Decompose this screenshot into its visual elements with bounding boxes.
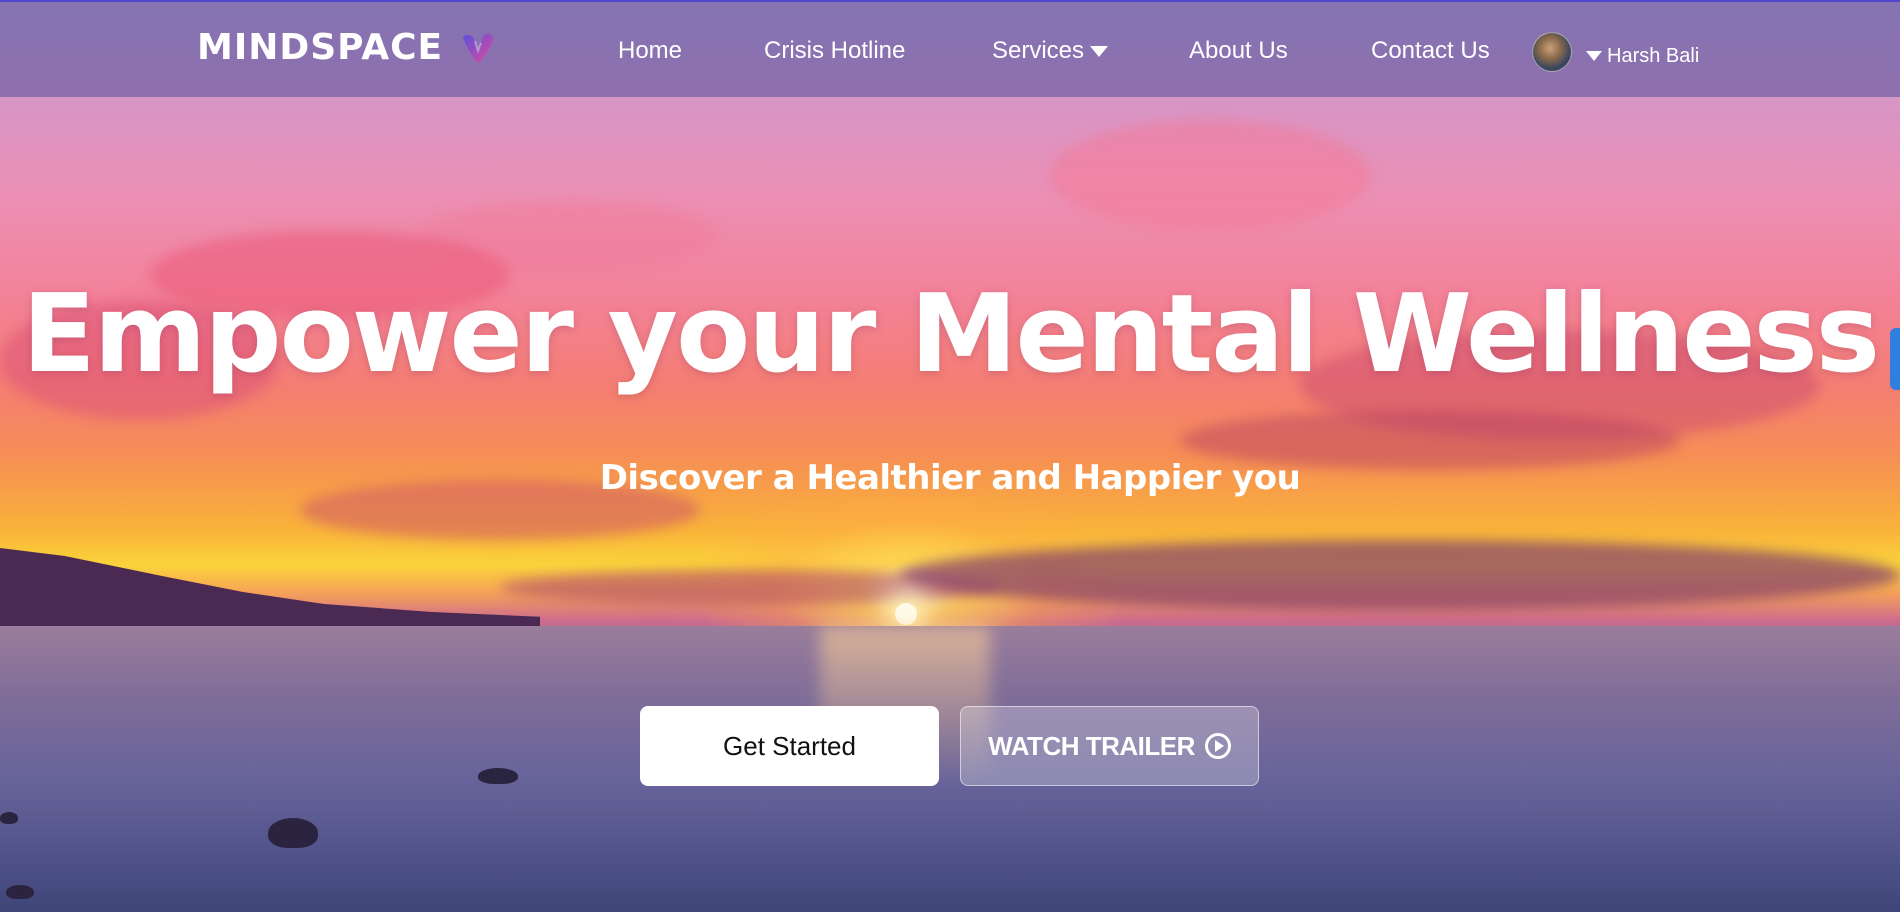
coastline [0,548,540,628]
side-scroll-tab[interactable] [1890,328,1900,390]
play-circle-icon [1204,733,1231,759]
nav-about-us[interactable]: About Us [1189,37,1288,65]
heart-v-logo-icon [463,33,494,63]
nav-services[interactable]: Services [992,37,1109,65]
cloud [1050,120,1370,230]
watch-trailer-label: WATCH TRAILER [988,730,1195,761]
hero-subheadline: Discover a Healthier and Happier you [599,458,1301,498]
rock [268,818,318,848]
cloud [900,540,1900,610]
nav-services-label: Services [992,37,1085,64]
rock [0,812,18,824]
user-name: Harsh Bali [1607,44,1700,67]
brand[interactable]: MINDSPACE [197,27,495,68]
caret-down-icon [1090,45,1109,57]
watch-trailer-button[interactable]: WATCH TRAILER [960,706,1259,786]
nav-crisis-hotline[interactable]: Crisis Hotline [764,37,905,65]
brand-name[interactable]: MINDSPACE [197,27,443,68]
sun [895,603,917,625]
get-started-button[interactable]: Get Started [640,706,939,786]
nav-home[interactable]: Home [618,37,682,65]
user-dropdown-toggle[interactable]: Harsh Bali [1586,45,1699,68]
hero-headline: Empower your Mental Wellness [21,272,1880,397]
user-avatar[interactable] [1532,32,1572,72]
rock [6,885,34,899]
hero-section: MINDSPACE Home Crisis Hotline Services A… [0,0,1900,912]
user-menu[interactable]: Harsh Bali [1532,32,1699,72]
caret-down-icon [1586,51,1602,61]
navbar: MINDSPACE Home Crisis Hotline Services A… [0,0,1900,97]
rock [478,768,518,784]
nav-contact-us[interactable]: Contact Us [1371,37,1490,65]
